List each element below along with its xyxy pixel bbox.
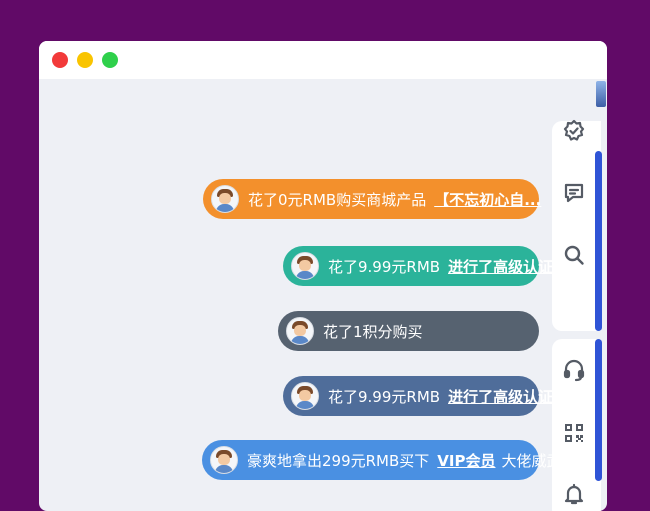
notification-link[interactable]: 进行了高级认证 [448, 386, 553, 407]
qr-code-icon[interactable] [557, 416, 591, 450]
notification-link[interactable]: 进行了高级认证 [448, 256, 553, 277]
notification-link[interactable]: VIP会员 [437, 450, 495, 471]
notification-item[interactable]: 花了0元RMB购买商城产品 【不忘初心自... [203, 179, 541, 219]
bell-icon[interactable] [557, 477, 591, 511]
notification-item[interactable]: 豪爽地拿出299元RMB买下 VIP会员 大佬威武 [202, 440, 562, 480]
scrollbar-thumb[interactable] [595, 339, 602, 481]
notification-text: 花了9.99元RMB [328, 257, 441, 276]
notification-item[interactable]: 花了9.99元RMB 进行了高级认证 [283, 376, 553, 416]
maximize-window-button[interactable] [102, 52, 118, 68]
notification-item[interactable]: 花了1积分购买 [278, 311, 539, 351]
headset-icon[interactable] [557, 353, 591, 387]
notification-item[interactable]: 花了9.99元RMB 进行了高级认证 [283, 246, 553, 286]
title-bar [39, 41, 607, 79]
notification-link[interactable]: 【不忘初心自... [434, 189, 541, 210]
message-icon[interactable] [557, 176, 591, 210]
app-window: 花了0元RMB购买商城产品 【不忘初心自... 花了9.99元RMB 进行了高级… [39, 41, 607, 511]
search-icon[interactable] [557, 238, 591, 272]
scrollbar-thumb[interactable] [595, 151, 602, 331]
avatar [211, 185, 239, 213]
verified-badge-icon[interactable] [557, 114, 591, 148]
notification-text: 花了1积分购买 [323, 322, 423, 341]
avatar [286, 317, 314, 345]
avatar [210, 446, 238, 474]
notification-text: 花了0元RMB购买商城产品 [248, 190, 427, 209]
avatar [291, 382, 319, 410]
side-panel-top [552, 121, 601, 331]
minimize-window-button[interactable] [77, 52, 93, 68]
avatar [291, 252, 319, 280]
side-toolbar [552, 81, 606, 511]
close-window-button[interactable] [52, 52, 68, 68]
corner-badge-icon [596, 81, 606, 107]
notification-text: 豪爽地拿出299元RMB买下 [247, 451, 430, 470]
notification-text: 花了9.99元RMB [328, 387, 441, 406]
